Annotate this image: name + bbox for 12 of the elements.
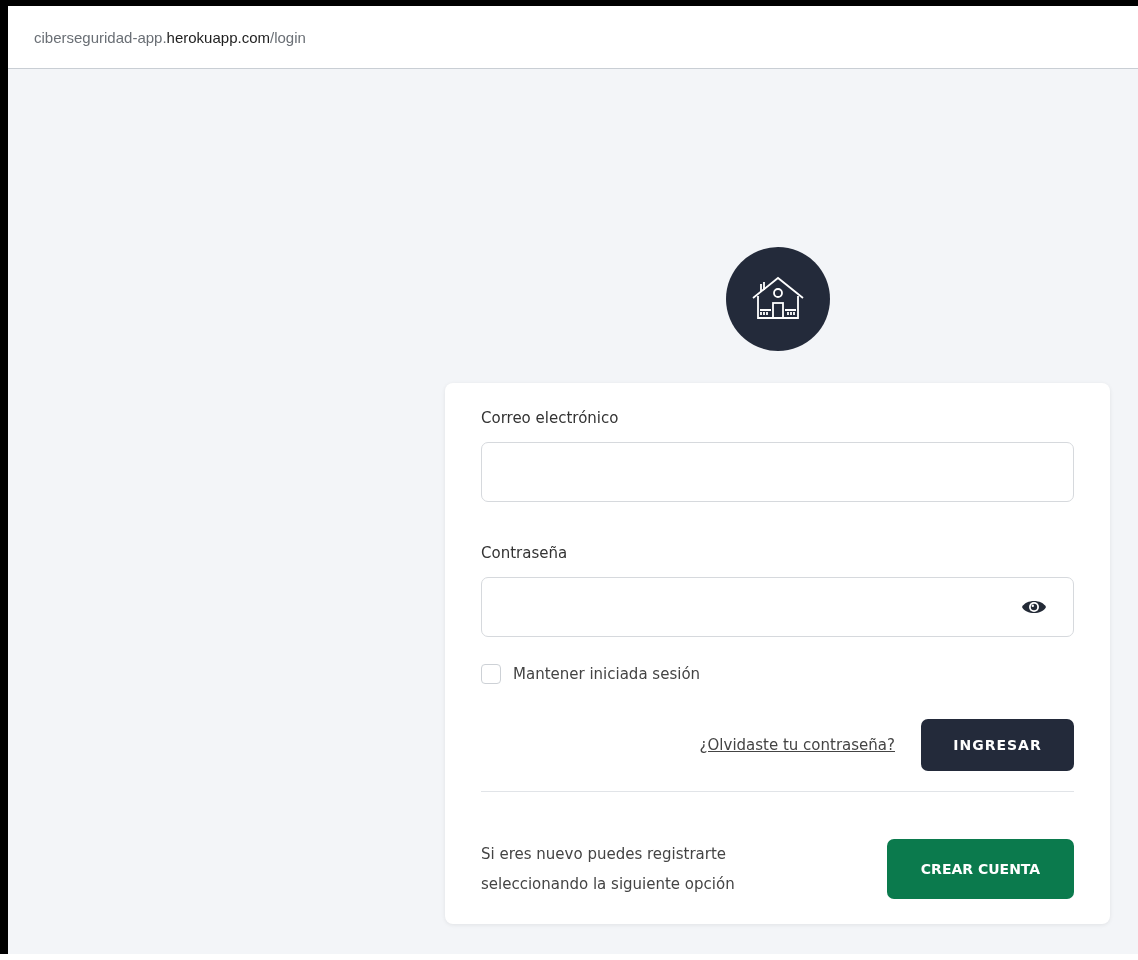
password-field[interactable] bbox=[481, 577, 1074, 637]
checkbox[interactable] bbox=[481, 664, 501, 684]
email-field[interactable] bbox=[481, 442, 1074, 502]
create-account-button[interactable]: CREAR CUENTA bbox=[887, 839, 1074, 899]
register-text: Si eres nuevo puedes registrarte seleccionando la siguiente opción bbox=[481, 844, 736, 895]
login-button[interactable]: INGRESAR bbox=[921, 719, 1074, 771]
checkbox-label: Mantener iniciada sesión bbox=[513, 665, 701, 683]
address-bar[interactable]: ciberseguridad-app.herokuapp.com/login bbox=[8, 6, 1138, 69]
forgot-password-link[interactable]: ¿Olvidaste tu contraseña? bbox=[699, 736, 895, 754]
field-label: Contraseña bbox=[481, 544, 569, 564]
field-label: Correo electrónico bbox=[481, 409, 620, 429]
url-text: ciberseguridad-app.herokuapp.com/login bbox=[34, 28, 306, 46]
